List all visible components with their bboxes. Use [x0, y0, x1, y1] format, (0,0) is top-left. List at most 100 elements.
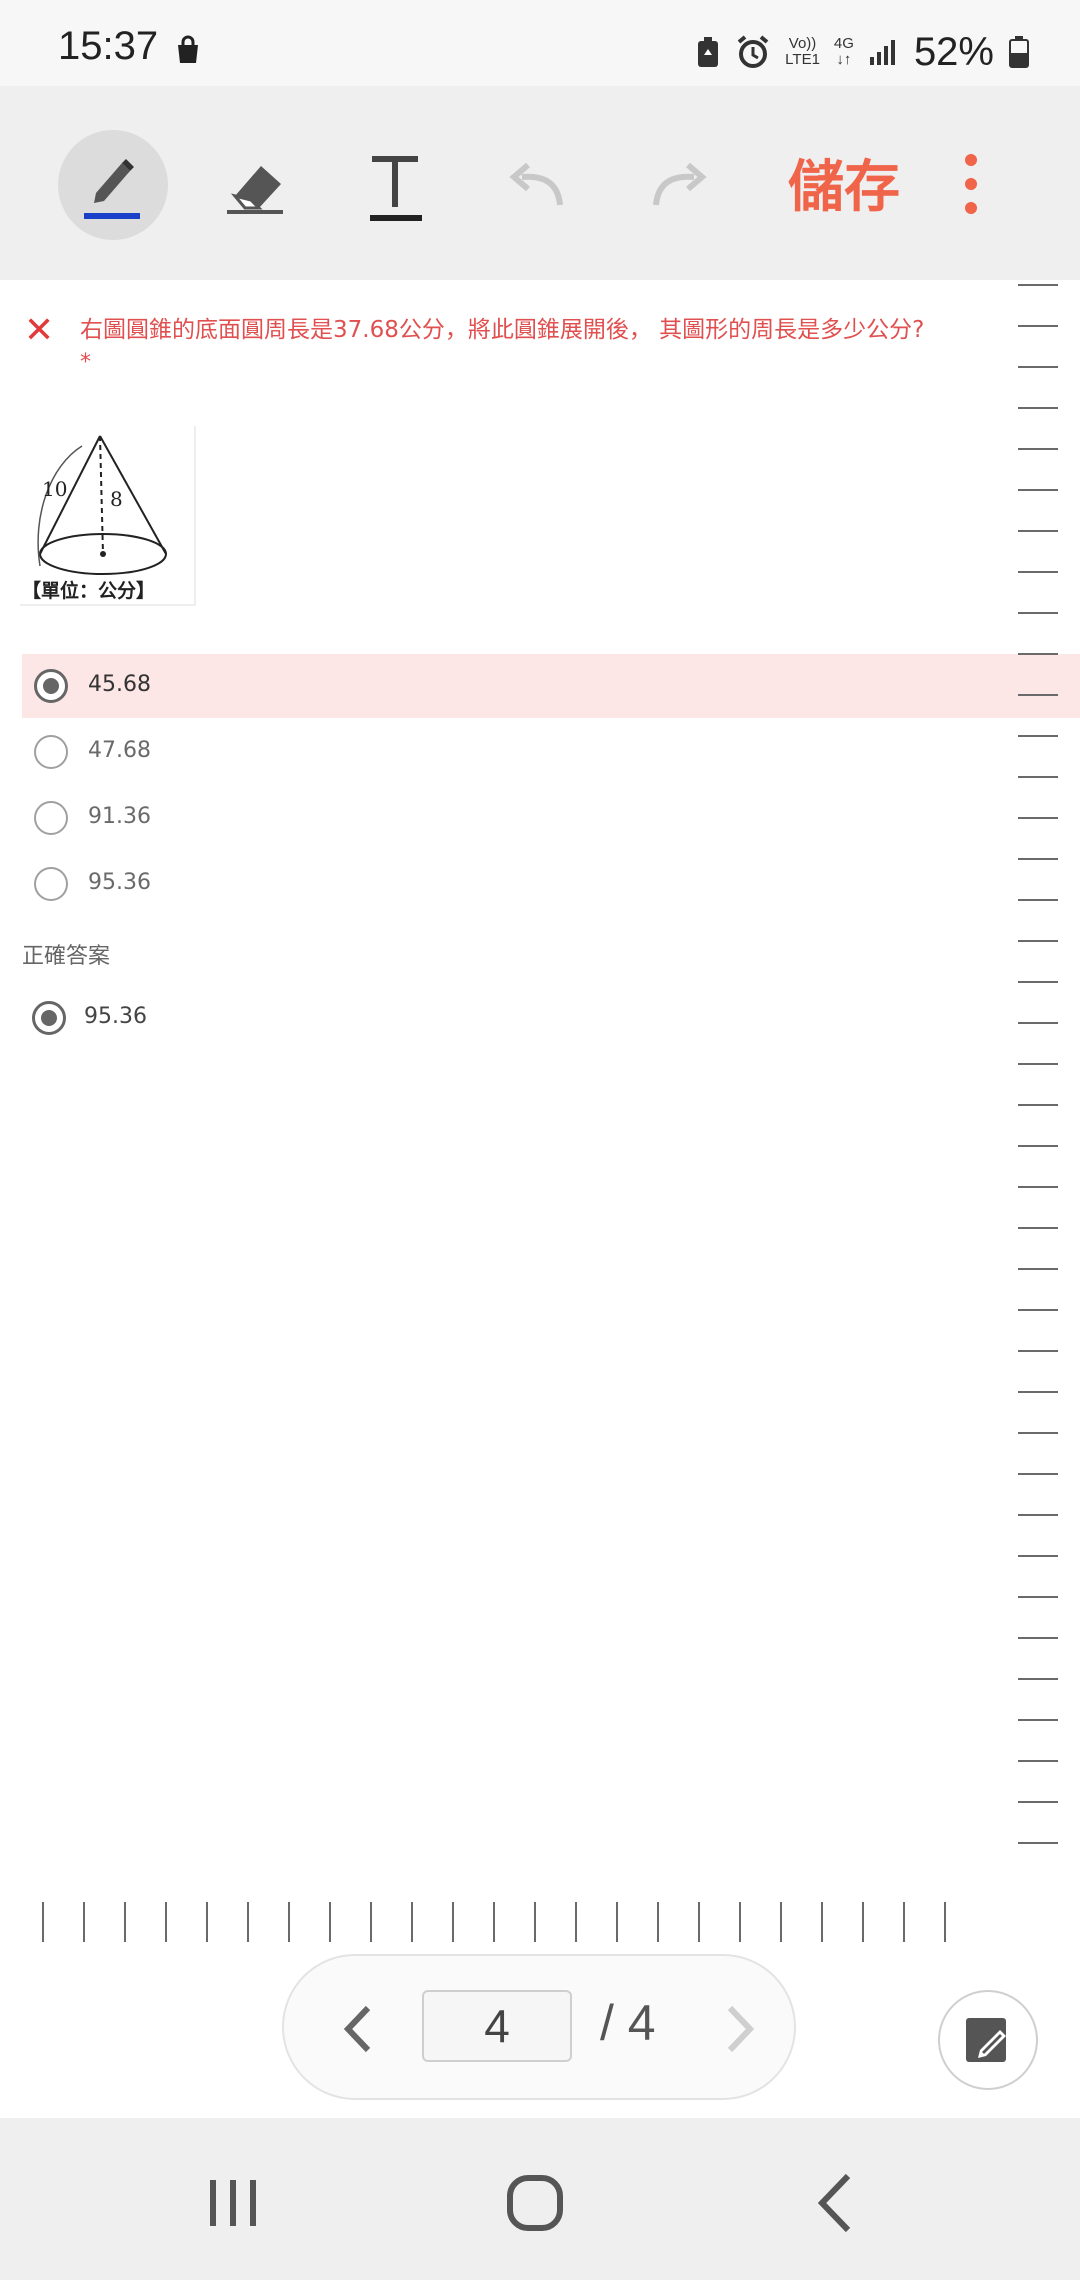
- option-label: 45.68: [88, 672, 151, 697]
- ruler-tick: [1018, 1801, 1058, 1803]
- correct-answer-label: 95.36: [84, 1004, 147, 1029]
- ruler-tick: [1018, 1719, 1058, 1721]
- question-text: 右圖圓錐的底面圓周長是37.68公分，將此圓錐展開後， 其圖形的周長是多少公分?: [80, 317, 925, 343]
- ruler-tick: [862, 1902, 864, 1942]
- ruler-tick: [1018, 1022, 1058, 1024]
- previous-page-icon[interactable]: [324, 1994, 394, 2064]
- ruler-tick: [1018, 448, 1058, 450]
- answer-option-3[interactable]: 91.36: [22, 786, 1080, 850]
- ruler-tick: [616, 1902, 618, 1942]
- ruler-tick: [1018, 735, 1058, 737]
- ruler-tick: [1018, 1842, 1058, 1844]
- answer-option-2[interactable]: 47.68: [22, 720, 1080, 784]
- ruler-tick: [288, 1902, 290, 1942]
- ruler-tick: [1018, 1391, 1058, 1393]
- ruler-tick: [1018, 981, 1058, 983]
- answer-option-4[interactable]: 95.36: [22, 852, 1080, 916]
- ruler-tick: [575, 1902, 577, 1942]
- ruler-tick: [1018, 1432, 1058, 1434]
- undo-button[interactable]: [482, 130, 592, 240]
- ruler-tick: [1018, 407, 1058, 409]
- status-icons: Vo)) LTE1 4G ↓↑ 52%: [695, 24, 1030, 80]
- status-bar: 15:37 Vo)) LTE1 4G ↓↑ 52%: [0, 0, 1080, 86]
- page-navigator: 4 / 4: [282, 1954, 796, 2100]
- ruler-tick: [329, 1902, 331, 1942]
- vertical-ruler[interactable]: [1018, 280, 1058, 1890]
- unit-caption: 【單位：公分】: [22, 580, 156, 602]
- slant-label: 10: [42, 477, 67, 501]
- eraser-tool-button[interactable]: [200, 130, 310, 240]
- option-label: 91.36: [88, 804, 151, 829]
- ruler-tick: [42, 1902, 44, 1942]
- radio-button[interactable]: [34, 735, 68, 769]
- required-mark: *: [80, 350, 91, 375]
- option-label: 47.68: [88, 738, 151, 763]
- cone-diagram: 10 8: [37, 435, 167, 575]
- redo-icon: [653, 162, 707, 206]
- ruler-tick: [1018, 1145, 1058, 1147]
- ruler-tick: [452, 1902, 454, 1942]
- ruler-tick: [1018, 1268, 1058, 1270]
- text-tool-button[interactable]: [340, 130, 450, 240]
- ruler-tick: [247, 1902, 249, 1942]
- pen-tool-button[interactable]: [58, 130, 168, 240]
- correct-answer-heading: 正確答案: [22, 944, 111, 969]
- ruler-tick: [534, 1902, 536, 1942]
- ruler-tick: [1018, 612, 1058, 614]
- text-tool-icon: [370, 156, 422, 221]
- ruler-tick: [1018, 1227, 1058, 1229]
- save-button[interactable]: 儲存: [788, 142, 900, 223]
- edit-note-icon: [966, 2018, 1006, 2062]
- recent-apps-icon[interactable]: [188, 2158, 278, 2248]
- question-content: ✕ 右圖圓錐的底面圓周長是37.68公分，將此圓錐展開後， 其圖形的周長是多少公…: [0, 280, 1080, 2120]
- option-label: 95.36: [88, 870, 151, 895]
- next-page-icon[interactable]: [704, 1994, 774, 2064]
- edit-note-button[interactable]: [938, 1990, 1038, 2090]
- ruler-tick: [1018, 940, 1058, 942]
- page-number-input[interactable]: 4: [422, 1990, 572, 2062]
- radio-button[interactable]: [34, 801, 68, 835]
- ruler-tick: [903, 1902, 905, 1942]
- ruler-tick: [1018, 817, 1058, 819]
- radio-button[interactable]: [34, 669, 68, 703]
- ruler-tick: [1018, 776, 1058, 778]
- ruler-tick: [1018, 571, 1058, 573]
- ruler-tick: [780, 1902, 782, 1942]
- ruler-tick: [1018, 489, 1058, 491]
- more-options-icon[interactable]: [954, 152, 988, 216]
- radio-button[interactable]: [34, 867, 68, 901]
- height-label: 8: [110, 487, 123, 511]
- system-nav-bar: [0, 2118, 1080, 2280]
- annotation-toolbar: 儲存: [0, 86, 1080, 280]
- alarm-icon: [737, 35, 769, 68]
- pen-icon: [84, 159, 140, 219]
- back-icon[interactable]: [792, 2158, 882, 2248]
- eraser-icon: [227, 166, 283, 214]
- shopping-bag-icon: [178, 35, 198, 63]
- network-type-indicator: 4G ↓↑: [833, 35, 854, 68]
- redo-button[interactable]: [624, 130, 734, 240]
- ruler-tick: [1018, 284, 1058, 286]
- radio-button: [32, 1001, 66, 1035]
- battery-percent: 52%: [913, 29, 994, 74]
- ruler-tick: [1018, 1350, 1058, 1352]
- horizontal-ruler[interactable]: [30, 1902, 990, 1946]
- ruler-tick: [1018, 1760, 1058, 1762]
- answer-option-1[interactable]: 45.68: [22, 654, 1080, 718]
- ruler-tick: [411, 1902, 413, 1942]
- ruler-tick: [1018, 1514, 1058, 1516]
- home-icon[interactable]: [490, 2158, 580, 2248]
- battery-saver-icon: [698, 37, 719, 67]
- ruler-tick: [1018, 530, 1058, 532]
- correct-answer-option: 95.36: [20, 990, 420, 1046]
- battery-icon: [1009, 36, 1029, 68]
- undo-icon: [509, 162, 563, 206]
- ruler-tick: [83, 1902, 85, 1942]
- ruler-tick: [821, 1902, 823, 1942]
- ruler-tick: [165, 1902, 167, 1942]
- ruler-tick: [1018, 899, 1058, 901]
- ruler-tick: [1018, 858, 1058, 860]
- ruler-tick: [1018, 1555, 1058, 1557]
- ruler-tick: [124, 1902, 126, 1942]
- ruler-tick: [1018, 694, 1058, 696]
